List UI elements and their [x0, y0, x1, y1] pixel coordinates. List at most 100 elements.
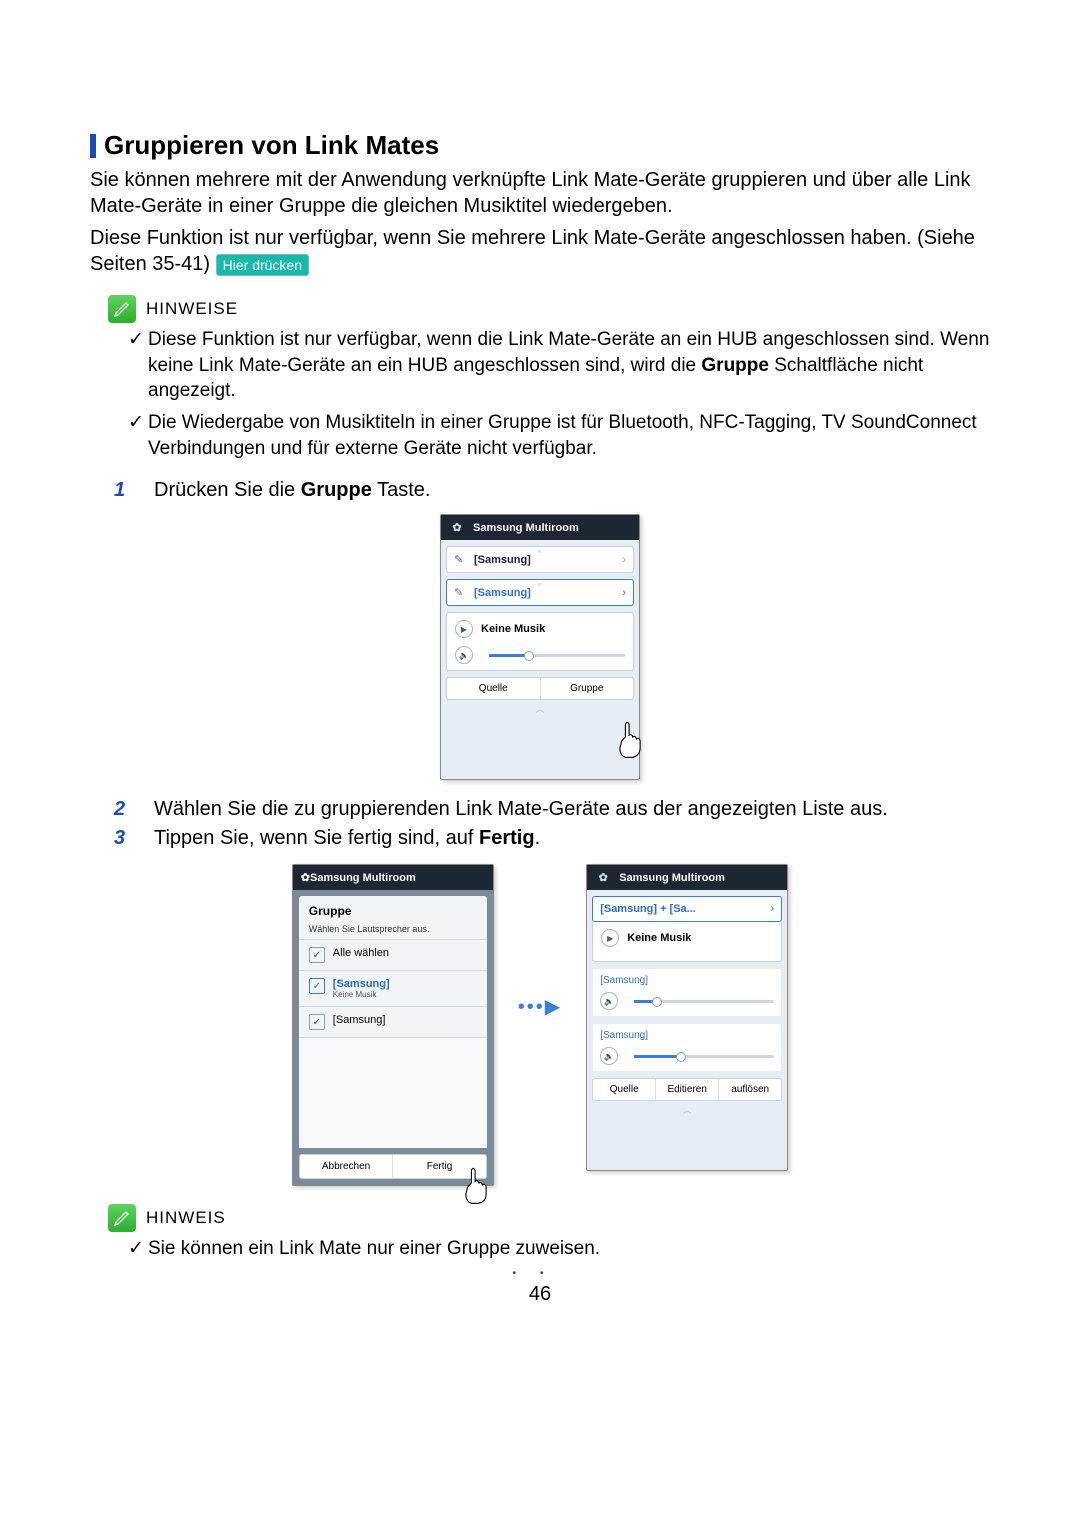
panel-drag-handle-icon[interactable]: ︿	[441, 700, 639, 719]
grouped-label: [Samsung] + [Sa...	[600, 903, 696, 915]
mock1-nowplay-label: Keine Musik	[481, 623, 545, 635]
section-heading: Gruppieren von Link Mates	[90, 130, 990, 161]
mockup-1: ✿ Samsung Multiroom ≡ ✎ [Samsung] › ≡ ✎ …	[440, 514, 640, 780]
select-speaker-2[interactable]: ✓ [Samsung]	[299, 1006, 487, 1037]
subspk1-name: [Samsung]	[600, 975, 774, 986]
step-3-bold: Fertig	[479, 827, 535, 849]
page-number: 46	[90, 1283, 990, 1306]
group-button[interactable]: Gruppe	[541, 678, 634, 699]
gear-icon[interactable]: ✿	[449, 521, 465, 534]
dialog-title: Gruppe	[299, 904, 487, 924]
gear-icon[interactable]: ✿	[595, 871, 611, 884]
step-3-text: Tippen Sie, wenn Sie fertig sind, auf Fe…	[154, 827, 990, 850]
select-all-row[interactable]: ✓ Alle wählen	[299, 939, 487, 970]
mockgrp-nowplaying: ▶ Keine Musik	[592, 922, 782, 962]
click-here-link[interactable]: Hier drücken	[216, 254, 309, 276]
mocksel-titlebar: ✿ Samsung Multiroom	[293, 865, 493, 890]
volume-slider[interactable]	[634, 1055, 774, 1058]
source-button[interactable]: Quelle	[593, 1079, 656, 1100]
drag-handle-icon[interactable]: ≡	[537, 549, 542, 556]
volume-slider[interactable]	[489, 654, 625, 657]
mockgrp-titlebar: ✿ Samsung Multiroom	[587, 865, 787, 890]
mock1-speaker-row-1[interactable]: ≡ ✎ [Samsung] ›	[446, 546, 634, 573]
mute-icon[interactable]: 🔈	[455, 646, 473, 664]
select-all-label: Alle wählen	[333, 947, 477, 959]
grouped-speaker-row[interactable]: [Samsung] + [Sa... ›	[592, 896, 782, 922]
transition-arrow-icon: •••▶	[494, 864, 586, 1019]
cancel-button[interactable]: Abbrechen	[300, 1155, 394, 1178]
mock1-titlebar: ✿ Samsung Multiroom	[441, 515, 639, 540]
select-speaker-1[interactable]: ✓ [Samsung] Keine Musik	[299, 970, 487, 1006]
play-icon[interactable]: ▶	[601, 929, 619, 947]
source-button[interactable]: Quelle	[447, 678, 541, 699]
step-1-post: Taste.	[372, 479, 431, 501]
step-2: 2 Wählen Sie die zu gruppierenden Link M…	[90, 798, 990, 821]
panel-drag-handle-icon[interactable]: ︿	[587, 1101, 787, 1120]
step-3-number: 3	[90, 827, 154, 850]
chevron-right-icon[interactable]: ›	[771, 903, 775, 915]
mock1-empty-area	[441, 719, 639, 779]
mock1-speaker2-label: [Samsung]	[474, 587, 531, 599]
mock1-button-bar: Quelle Gruppe	[446, 677, 634, 700]
mock1-title: Samsung Multiroom	[473, 522, 579, 534]
notes-header-2: HINWEIS	[90, 1204, 990, 1232]
select-s2-label: [Samsung]	[333, 1014, 477, 1026]
step-1-bold: Gruppe	[301, 479, 372, 501]
note-icon	[108, 1204, 136, 1232]
step-3-pre: Tippen Sie, wenn Sie fertig sind, auf	[154, 827, 479, 849]
edit-icon[interactable]: ✎	[454, 553, 468, 566]
mock1-nowplaying: ▶ Keine Musik 🔈	[446, 612, 634, 671]
step-1-text: Drücken Sie die Gruppe Taste.	[154, 479, 990, 502]
group-dialog: Gruppe Wählen Sie Lautsprecher aus. ✓ Al…	[299, 896, 487, 1148]
mockgrp-title: Samsung Multiroom	[619, 872, 725, 884]
heading-text: Gruppieren von Link Mates	[104, 130, 439, 161]
volume-slider[interactable]	[634, 1000, 774, 1003]
select-s1-sub: Keine Musik	[333, 990, 477, 999]
intro-paragraph-1: Sie können mehrere mit der Anwendung ver…	[90, 167, 990, 219]
mock1-speaker-row-2[interactable]: ≡ ✎ [Samsung] ›	[446, 579, 634, 606]
notes-list-1: Diese Funktion ist nur verfügbar, wenn d…	[90, 327, 990, 461]
edit-icon[interactable]: ✎	[454, 586, 468, 599]
edit-button[interactable]: Editieren	[656, 1079, 719, 1100]
mockgrp-empty-area	[587, 1120, 787, 1170]
drag-handle-icon[interactable]: ≡	[537, 582, 542, 589]
step-3: 3 Tippen Sie, wenn Sie fertig sind, auf …	[90, 827, 990, 850]
dialog-subtitle: Wählen Sie Lautsprecher aus.	[299, 924, 487, 939]
dialog-empty-area	[299, 1037, 487, 1148]
grouped-subspeaker-1: [Samsung] 🔈	[592, 968, 782, 1017]
mockup-select: ✿ Samsung Multiroom Gruppe Wählen Sie La…	[292, 864, 494, 1186]
note-item-1: Diese Funktion ist nur verfügbar, wenn d…	[148, 327, 990, 404]
mockup-grouped: ✿ Samsung Multiroom [Samsung] + [Sa... ›…	[586, 864, 788, 1171]
mute-icon[interactable]: 🔈	[600, 1047, 618, 1065]
chevron-right-icon[interactable]: ›	[622, 587, 626, 599]
checkbox-icon[interactable]: ✓	[309, 947, 325, 963]
intro-paragraph-2: Diese Funktion ist nur verfügbar, wenn S…	[90, 225, 990, 277]
mock1-speaker1-label: [Samsung]	[474, 554, 531, 566]
dissolve-button[interactable]: auflösen	[719, 1079, 781, 1100]
step-2-number: 2	[90, 798, 154, 821]
checkbox-icon[interactable]: ✓	[309, 978, 325, 994]
step-2-text: Wählen Sie die zu gruppierenden Link Mat…	[154, 798, 990, 821]
note-item-2: Die Wiedergabe von Musiktiteln in einer …	[148, 410, 990, 461]
step-3-post: .	[535, 827, 541, 849]
note2-item: Sie können ein Link Mate nur einer Grupp…	[148, 1236, 990, 1262]
step-1: 1 Drücken Sie die Gruppe Taste.	[90, 479, 990, 502]
step-1-pre: Drücken Sie die	[154, 479, 301, 501]
subspk2-name: [Samsung]	[600, 1030, 774, 1041]
mockgrp-button-bar: Quelle Editieren auflösen	[592, 1078, 782, 1101]
select-s1-label: [Samsung]	[333, 978, 477, 990]
heading-bar	[90, 134, 96, 158]
page-dots: ••	[90, 1268, 990, 1279]
notes-header-1: HINWEISE	[90, 295, 990, 323]
checkbox-icon[interactable]: ✓	[309, 1014, 325, 1030]
mockgrp-nowplay-label: Keine Musik	[627, 932, 691, 944]
done-button[interactable]: Fertig	[393, 1155, 486, 1178]
mocksel-title: Samsung Multiroom	[310, 872, 416, 884]
gear-icon[interactable]: ✿	[301, 871, 310, 884]
step-1-number: 1	[90, 479, 154, 502]
chevron-right-icon[interactable]: ›	[622, 554, 626, 566]
notes-label-1: HINWEISE	[146, 299, 238, 319]
notes-list-2: Sie können ein Link Mate nur einer Grupp…	[90, 1236, 990, 1262]
play-icon[interactable]: ▶	[455, 620, 473, 638]
mute-icon[interactable]: 🔈	[600, 992, 618, 1010]
